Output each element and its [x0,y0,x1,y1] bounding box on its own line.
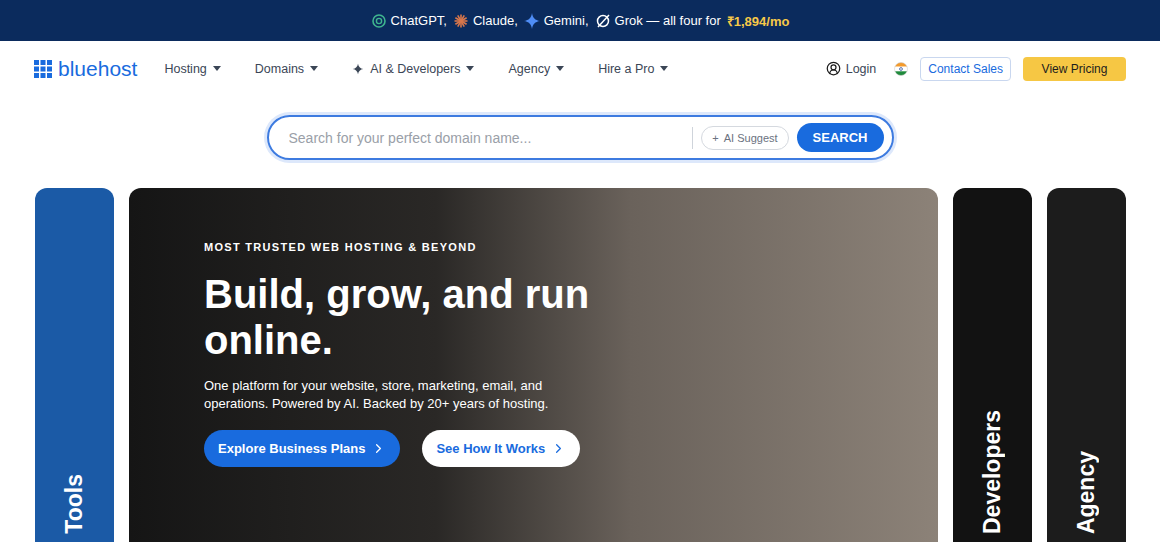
promo-banner[interactable]: ChatGPT, Claude, Gemini, Grok — all four fo… [0,0,1160,41]
side-card-label: Developers [979,410,1006,534]
hero-card: MOST TRUSTED WEB HOSTING & BEYOND Build, … [129,188,938,542]
grok-icon [595,13,611,29]
banner-label: Gemini, [544,13,589,28]
page: ChatGPT, Claude, Gemini, Grok — all four fo… [0,0,1160,542]
contact-sales-button[interactable]: Contact Sales [920,57,1011,81]
logo-text: bluehost [58,57,137,81]
nav-item[interactable]: Hosting [164,62,220,76]
search-button[interactable]: SEARCH [797,123,884,152]
caret-down-icon [556,66,564,71]
banner-label: ChatGPT, [391,13,447,28]
logo-grid-icon [34,60,52,78]
banner-item: Gemini, [524,13,589,29]
nav-item[interactable]: Domains [255,62,318,76]
banner-price: ₹1,894/mo [727,12,790,30]
user-icon [826,61,841,76]
sparkle-icon [352,63,364,75]
banner-item: ChatGPT, [371,13,447,29]
domain-search: +AI Suggest SEARCH [267,115,894,160]
nav-item[interactable]: Hire a Pro [598,62,668,76]
banner-label: Grok — all four for [615,13,721,28]
ai-suggest-button[interactable]: +AI Suggest [701,126,788,150]
caret-down-icon [213,66,221,71]
banner-item: Claude, [453,13,518,29]
hero-button[interactable]: Explore Business Plans [204,430,400,467]
hero-title: Build, grow, and run online. [204,271,624,363]
caret-down-icon [310,66,318,71]
banner-label: Claude, [473,13,518,28]
caret-down-icon [466,66,474,71]
gemini-icon [524,13,540,29]
banner-item: Grok — all four for [595,13,721,29]
chevron-right-icon [371,441,386,456]
india-flag-icon[interactable] [894,62,908,76]
domain-search-input[interactable] [287,129,685,147]
hero-eyebrow: MOST TRUSTED WEB HOSTING & BEYOND [204,241,898,253]
nav-item[interactable]: AI & Developers [352,62,474,76]
logo[interactable]: bluehost [34,57,137,81]
side-card[interactable]: Agency [1047,188,1126,542]
nav-menu: Hosting Domains AI & Developers Agency Hire … [164,62,668,76]
chatgpt-icon [371,13,387,29]
view-pricing-button[interactable]: View Pricing [1023,57,1126,81]
nav-item[interactable]: Agency [508,62,564,76]
carousel: Tools MOST TRUSTED WEB HOSTING & BEYOND Bu… [0,188,1160,542]
search-divider [692,127,693,149]
hero-button[interactable]: See How It Works [422,430,580,467]
caret-down-icon [660,66,668,71]
hero-buttons: Explore Business Plans See How It Works [204,430,898,467]
hero-description: One platform for your website, store, ma… [204,377,579,412]
login-link[interactable]: Login [826,61,877,76]
navbar: bluehost Hosting Domains AI & Developers Age… [0,41,1160,96]
chevron-right-icon [551,441,566,456]
nav-actions: Login Contact Sales View Pricing [826,57,1126,81]
claude-icon [453,13,469,29]
side-card[interactable]: Tools [35,188,114,542]
side-card-label: Tools [61,474,88,534]
side-card[interactable]: Developers [953,188,1032,542]
side-card-label: Agency [1073,451,1100,534]
